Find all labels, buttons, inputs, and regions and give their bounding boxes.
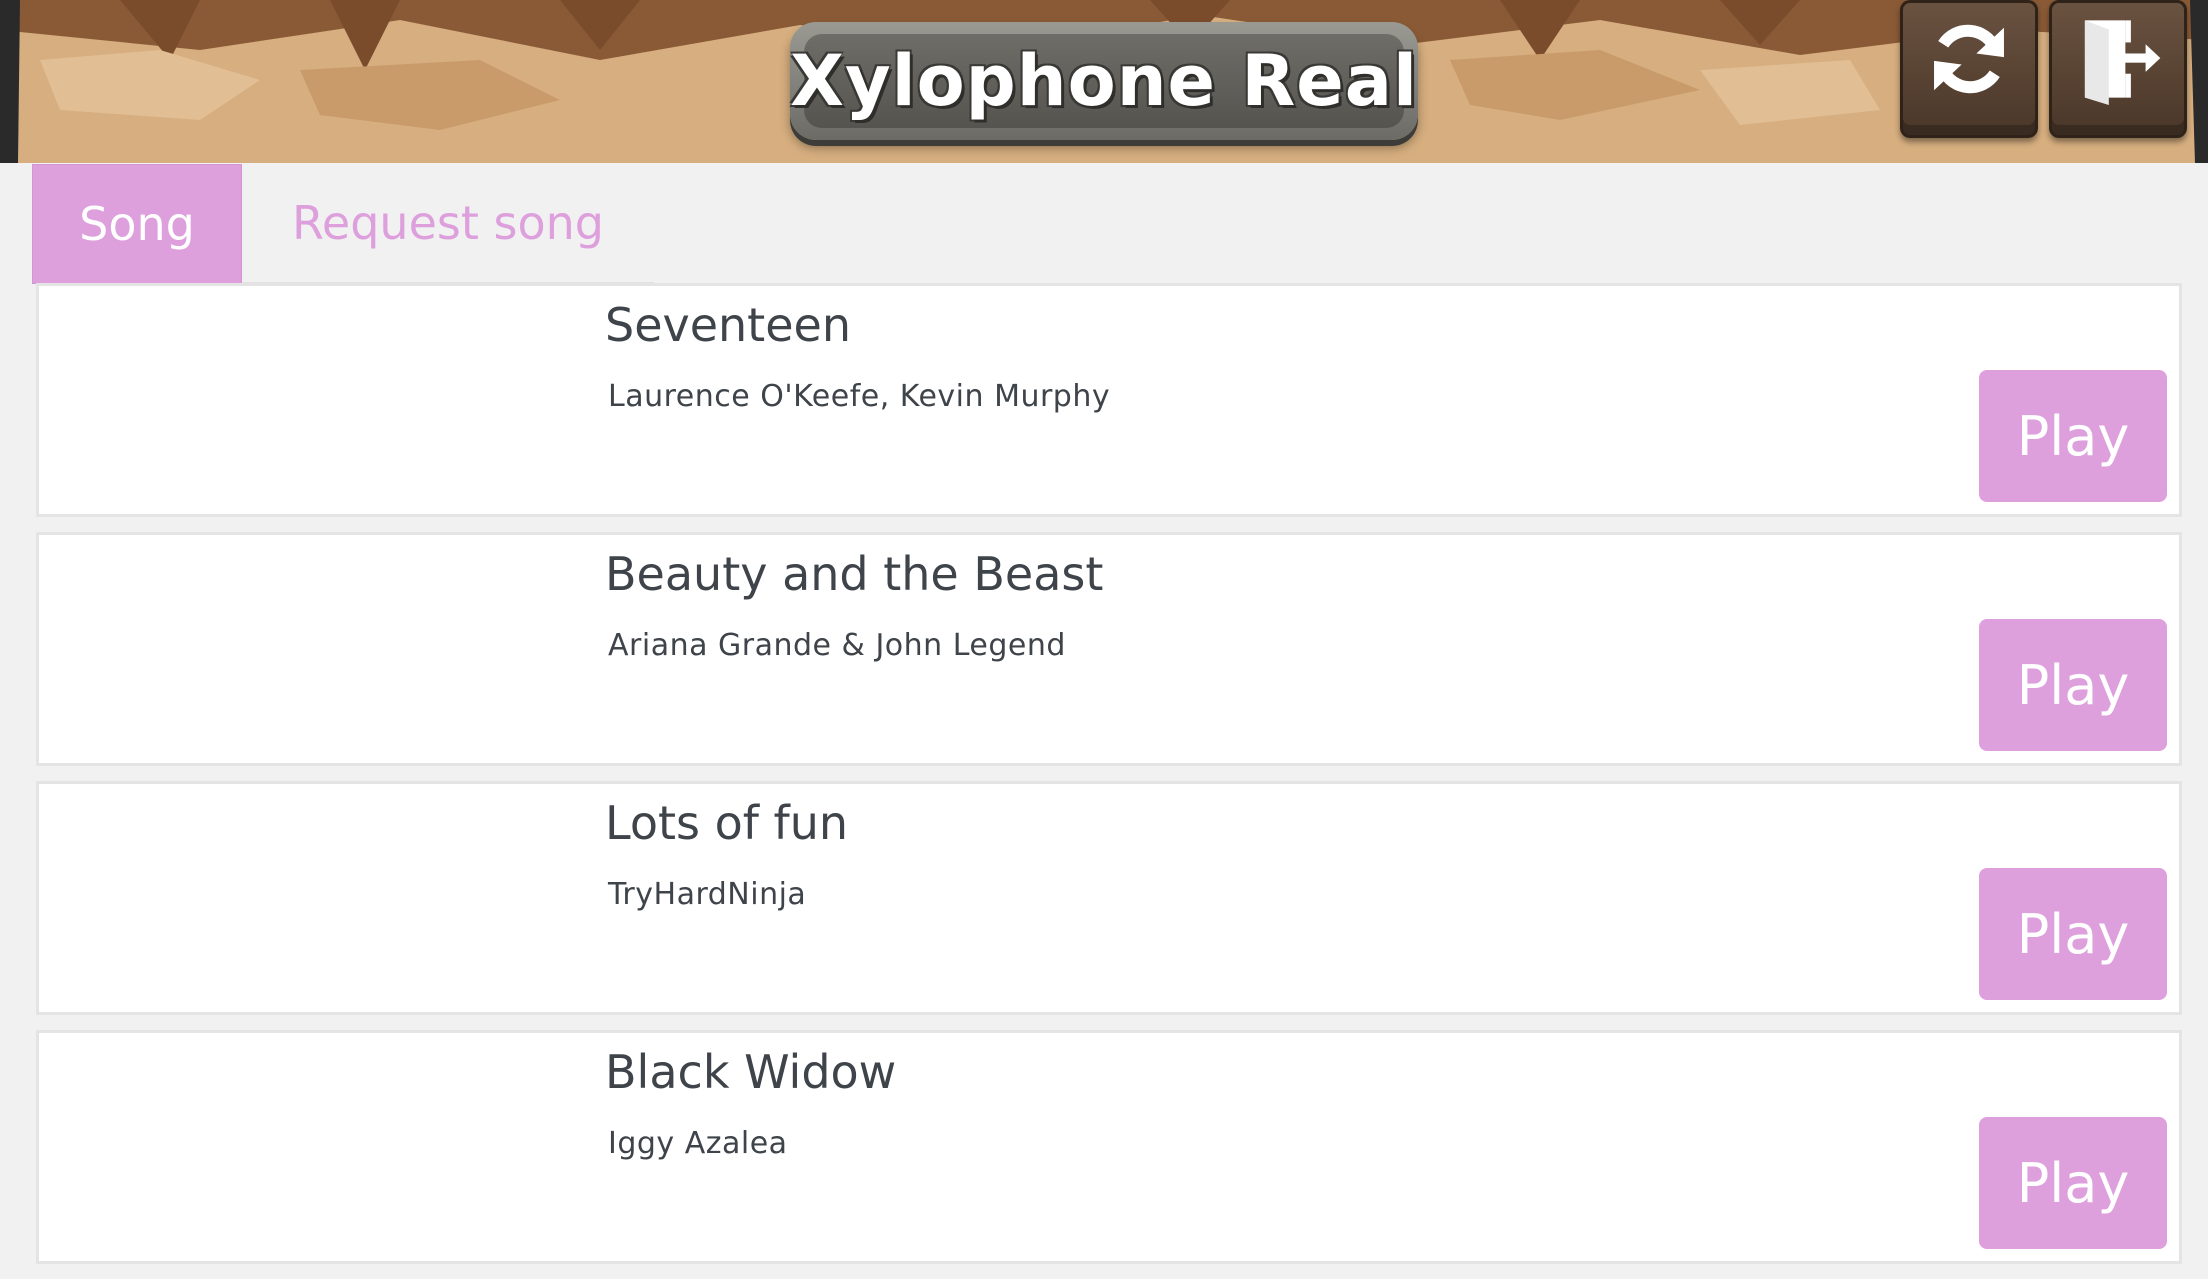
song-card: Lots of fun TryHardNinja Play [36, 781, 2182, 1015]
tab-song[interactable]: Song [32, 164, 242, 284]
play-button[interactable]: Play [1979, 868, 2167, 1000]
tab-request-song[interactable]: Request song [242, 164, 654, 284]
app-title: Xylophone Real [790, 40, 1419, 122]
song-title: Lots of fun [605, 796, 849, 850]
title-plate-inner: Xylophone Real [790, 34, 1417, 128]
song-title: Beauty and the Beast [605, 547, 1104, 601]
title-plate: Xylophone Real [790, 22, 1418, 140]
song-artist: Laurence O'Keefe, Kevin Murphy [608, 379, 1111, 414]
refresh-icon [1934, 24, 2004, 94]
exit-button[interactable] [2049, 0, 2187, 138]
song-list: Seventeen Laurence O'Keefe, Kevin Murphy… [36, 283, 2182, 1279]
song-artist: Ariana Grande & John Legend [608, 628, 1066, 663]
song-card: Beauty and the Beast Ariana Grande & Joh… [36, 532, 2182, 766]
song-title: Seventeen [605, 298, 851, 352]
play-button[interactable]: Play [1979, 1117, 2167, 1249]
song-artist: TryHardNinja [608, 877, 807, 912]
song-title: Black Widow [605, 1045, 897, 1099]
play-button[interactable]: Play [1979, 370, 2167, 502]
refresh-button[interactable] [1900, 0, 2038, 138]
tab-bar: Song Request song [32, 164, 654, 286]
song-card: Black Widow Iggy Azalea Play [36, 1030, 2182, 1264]
song-artist: Iggy Azalea [608, 1126, 788, 1161]
app-header: Xylophone Real [0, 0, 2208, 163]
exit-door-icon [2084, 20, 2161, 105]
song-card: Seventeen Laurence O'Keefe, Kevin Murphy… [36, 283, 2182, 517]
play-button[interactable]: Play [1979, 619, 2167, 751]
